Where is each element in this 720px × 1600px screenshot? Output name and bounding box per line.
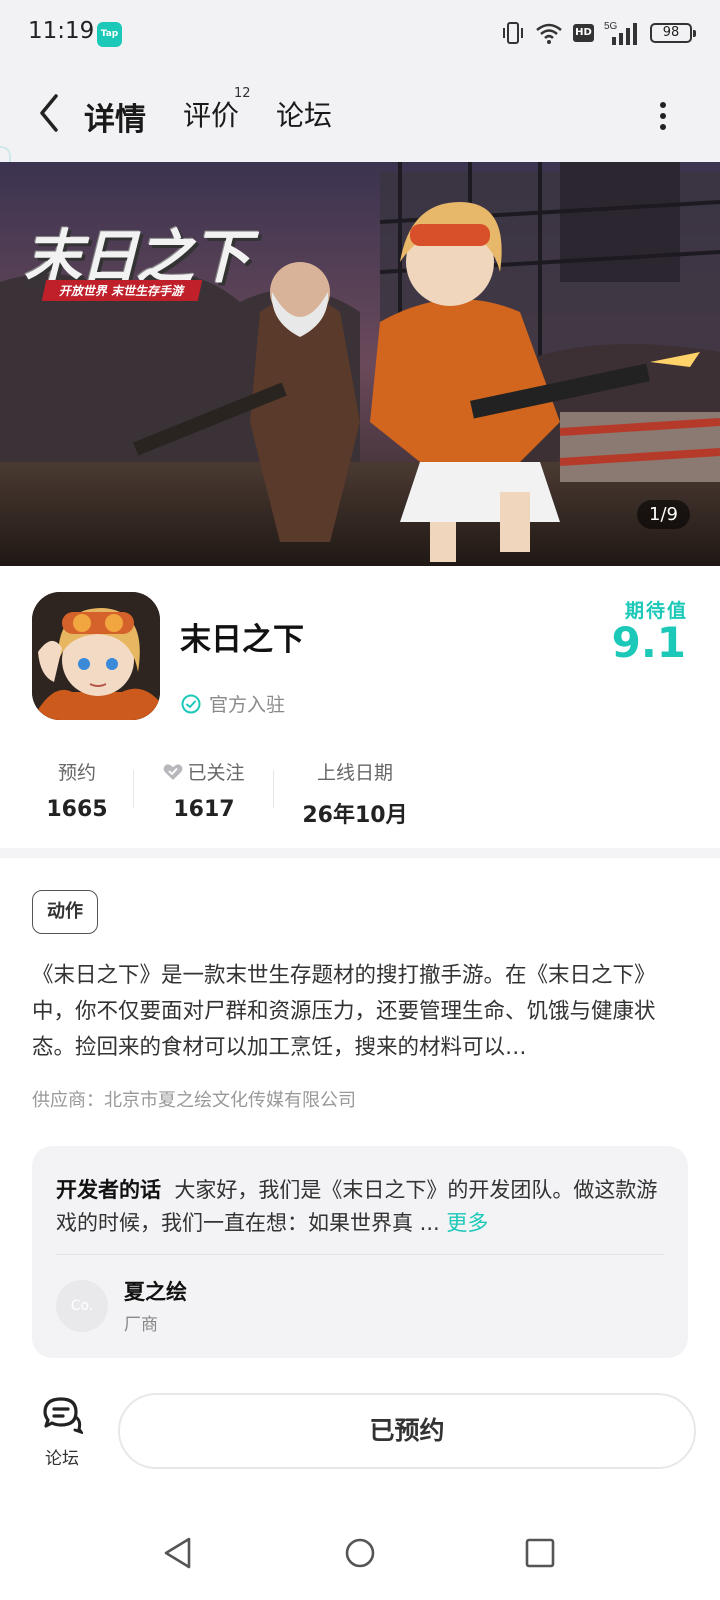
developer-avatar[interactable]: Co. bbox=[56, 1280, 108, 1332]
status-time: 11:19 bbox=[28, 18, 95, 44]
official-badge: 官方入驻 bbox=[181, 690, 285, 717]
reserved-button[interactable]: 已预约 bbox=[118, 1393, 696, 1469]
tab-detail[interactable]: 详情 bbox=[80, 94, 152, 139]
forum-label: 论坛 bbox=[45, 1449, 79, 1469]
card-divider bbox=[56, 1254, 664, 1255]
stat-value: 1617 bbox=[173, 797, 235, 822]
heart-icon bbox=[164, 763, 183, 780]
app-name: 末日之下 bbox=[180, 622, 304, 658]
screenshot-banner[interactable]: 末日之下 开放世界 末世生存手游 1/9 bbox=[0, 162, 720, 566]
stat-divider bbox=[273, 770, 274, 808]
stat-reservations: 预约 1665 bbox=[44, 758, 110, 822]
verified-check-icon bbox=[181, 694, 201, 713]
network-label: 5G bbox=[604, 21, 618, 32]
expectation-score: 9.1 bbox=[611, 618, 686, 667]
signal-icon: 5G bbox=[604, 21, 637, 45]
dot-icon bbox=[660, 102, 666, 108]
developer-message: 开发者的话 大家好，我们是《末日之下》的开发团队。做这款游戏的时候，我们一直在想… bbox=[56, 1174, 666, 1240]
dot-icon bbox=[660, 113, 666, 119]
supplier-info: 供应商：北京市夏之绘文化传媒有限公司 bbox=[32, 1090, 356, 1111]
official-label: 官方入驻 bbox=[209, 694, 286, 716]
banner-subtitle: 开放世界 末世生存手游 bbox=[41, 280, 203, 301]
wifi-icon bbox=[536, 23, 562, 44]
system-navigation-bar bbox=[0, 1520, 720, 1600]
app-icon-artwork bbox=[32, 592, 160, 720]
battery-icon: 98 bbox=[650, 23, 696, 43]
developer-name[interactable]: 夏之绘 bbox=[124, 1276, 187, 1306]
nav-back-icon[interactable] bbox=[162, 1536, 194, 1570]
developer-message-heading: 开发者的话 bbox=[56, 1178, 161, 1202]
app-icon[interactable] bbox=[32, 592, 160, 720]
hd-icon: HD bbox=[573, 24, 594, 42]
more-options-button[interactable] bbox=[660, 102, 668, 132]
banner-page-counter: 1/9 bbox=[637, 500, 690, 529]
nav-recents-icon[interactable] bbox=[524, 1536, 556, 1570]
tap-app-icon: Tap bbox=[97, 22, 122, 47]
more-link[interactable]: 更多 bbox=[446, 1211, 488, 1235]
back-button[interactable] bbox=[34, 90, 64, 136]
review-count-badge: 12 bbox=[234, 86, 251, 101]
stat-label: 上线日期 bbox=[316, 762, 393, 784]
status-icons: HD 5G 98 bbox=[501, 18, 696, 48]
developer-card[interactable]: 开发者的话 大家好，我们是《末日之下》的开发团队。做这款游戏的时候，我们一直在想… bbox=[32, 1146, 688, 1358]
tab-forum[interactable]: 论坛 bbox=[276, 94, 332, 134]
top-nav: 详情 评价 12 论坛 bbox=[0, 66, 720, 266]
stat-value: 26年10月 bbox=[302, 803, 408, 828]
developer-role: 厂商 bbox=[124, 1315, 158, 1335]
stat-label: 已关注 bbox=[187, 762, 245, 784]
status-bar: 11:19 Tap HD 5G 98 bbox=[0, 0, 720, 66]
stat-divider bbox=[133, 770, 134, 808]
tab-review[interactable]: 评价 bbox=[183, 94, 239, 134]
stat-value: 1665 bbox=[46, 797, 108, 822]
stat-label: 预约 bbox=[57, 762, 96, 784]
nav-home-icon[interactable] bbox=[344, 1536, 376, 1570]
section-divider bbox=[0, 848, 720, 858]
vibrate-icon bbox=[503, 22, 523, 44]
stat-release-date: 上线日期 26年10月 bbox=[300, 758, 410, 829]
forum-button[interactable]: 论坛 bbox=[36, 1396, 88, 1469]
genre-tag[interactable]: 动作 bbox=[32, 890, 98, 934]
game-description[interactable]: 《末日之下》是一款末世生存题材的搜打撤手游。在《末日之下》中，你不仅要面对尸群和… bbox=[32, 958, 690, 1066]
forum-chat-icon bbox=[43, 1397, 85, 1435]
dot-icon bbox=[660, 124, 666, 130]
stat-followers[interactable]: 已关注 1617 bbox=[158, 758, 250, 822]
